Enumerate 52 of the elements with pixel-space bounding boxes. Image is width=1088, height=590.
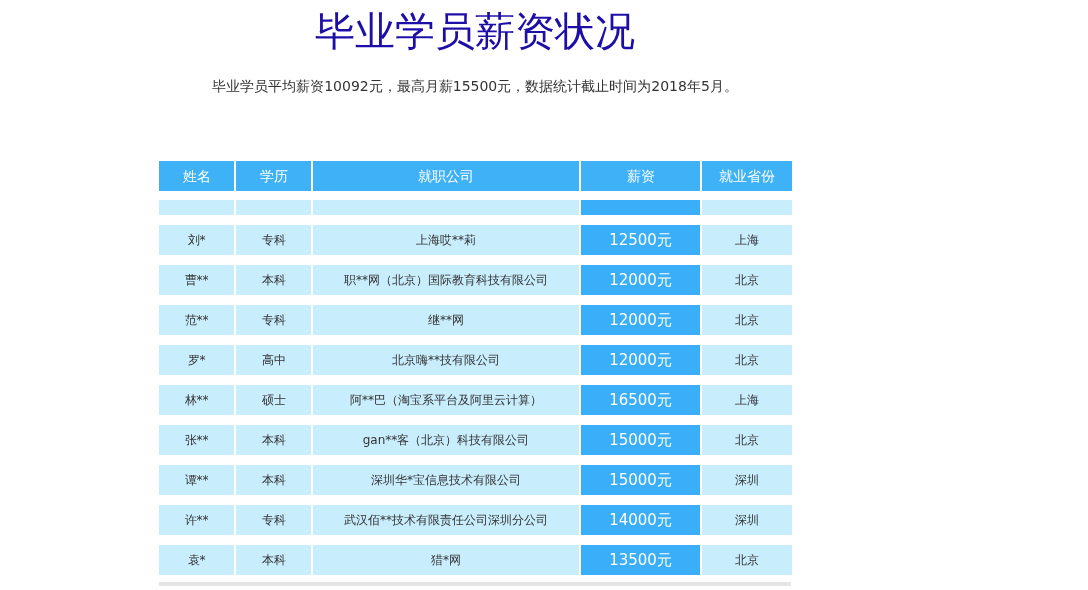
table-cell: 林** <box>159 385 234 415</box>
salary-cell: 13500元 <box>581 545 700 575</box>
table-cell: 北京 <box>702 345 792 375</box>
table-cell: 本科 <box>236 465 311 495</box>
table-cell: 北京 <box>702 425 792 455</box>
table-cell: 刘* <box>159 225 234 255</box>
table-cell: 深圳华*宝信息技术有限公司 <box>313 465 579 495</box>
table-cell: 本科 <box>236 545 311 575</box>
table-cell: 北京 <box>702 305 792 335</box>
table-cell: 继**网 <box>313 305 579 335</box>
table-cell: 袁* <box>159 545 234 575</box>
table-cell: 谭** <box>159 465 234 495</box>
table-cell: 深圳 <box>702 465 792 495</box>
table-cell: 专科 <box>236 225 311 255</box>
summary-text: 毕业学员平均薪资10092元，最高月薪15500元，数据统计截止时间为2018年5月。 <box>212 77 738 96</box>
table-cell: 本科 <box>236 425 311 455</box>
table-cell: 北京嗨**技有限公司 <box>313 345 579 375</box>
table-cell: 专科 <box>236 505 311 535</box>
table-cell: 专科 <box>236 305 311 335</box>
table-cell: 北京 <box>702 265 792 295</box>
page-title: 毕业学员薪资状况 <box>315 8 635 54</box>
column-header: 姓名 <box>159 161 234 191</box>
table-cell: 武汉佰**技术有限责任公司深圳分公司 <box>313 505 579 535</box>
salary-cell: 12000元 <box>581 345 700 375</box>
salary-cell: 12500元 <box>581 225 700 255</box>
table-cell: 本科 <box>236 265 311 295</box>
table-cell: 猎*网 <box>313 545 579 575</box>
table-cell: 许** <box>159 505 234 535</box>
table-cell: 深圳 <box>702 505 792 535</box>
table-cell: 曹** <box>159 265 234 295</box>
salary-cell: 12000元 <box>581 305 700 335</box>
table-cell: 张** <box>159 425 234 455</box>
table-cell: 高中 <box>236 345 311 375</box>
column-header: 学历 <box>236 161 311 191</box>
table-cell: 北京 <box>702 545 792 575</box>
column-header: 薪资 <box>581 161 700 191</box>
salary-cell: 14000元 <box>581 505 700 535</box>
table-cell: gan**客（北京）科技有限公司 <box>313 425 579 455</box>
salary-cell: 15000元 <box>581 425 700 455</box>
table-cell: 职**网（北京）国际教育科技有限公司 <box>313 265 579 295</box>
salary-cell: 16500元 <box>581 385 700 415</box>
table-cell: 上海 <box>702 225 792 255</box>
column-header: 就业省份 <box>702 161 792 191</box>
table-cell: 硕士 <box>236 385 311 415</box>
table-cell: 罗* <box>159 345 234 375</box>
column-header: 就职公司 <box>313 161 579 191</box>
salary-cell: 15000元 <box>581 465 700 495</box>
table-cell: 上海哎**莉 <box>313 225 579 255</box>
table-cell: 上海 <box>702 385 792 415</box>
table-cell: 范** <box>159 305 234 335</box>
table-cell: 阿**巴（淘宝系平台及阿里云计算） <box>313 385 579 415</box>
salary-cell: 12000元 <box>581 265 700 295</box>
